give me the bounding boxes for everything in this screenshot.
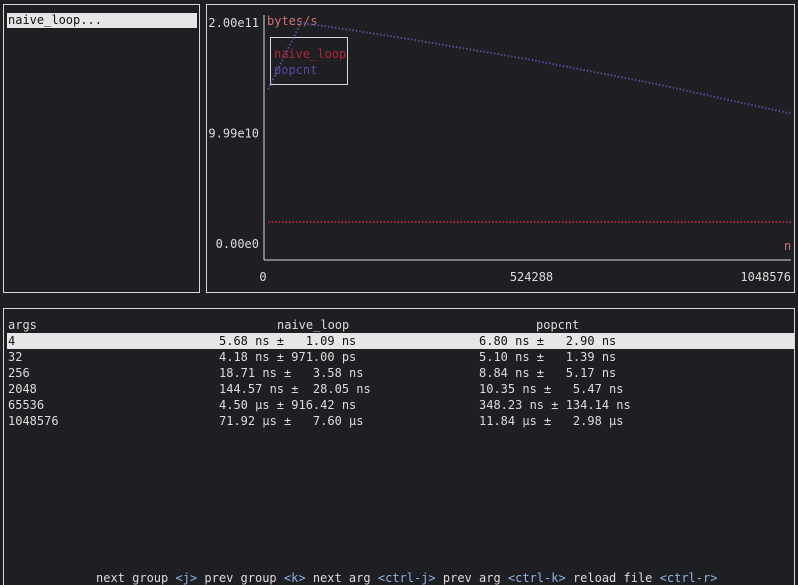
- cell-naive-loop: 71.92 μs ± 7.60 μs: [219, 414, 364, 428]
- edge-label: n: [784, 239, 791, 253]
- y-tick-label: 9.99e10: [208, 127, 259, 141]
- cell-naive-loop: 5.68 ns ± 1.09 ns: [219, 334, 357, 348]
- hint-key: <ctrl-j>: [377, 571, 436, 585]
- cell-naive-loop: 4.18 ns ± 971.00 ps: [219, 350, 357, 364]
- hint-key: <ctrl-r>: [659, 571, 718, 585]
- legend-entry-popcnt: popcnt: [274, 63, 317, 77]
- x-tick-label: 1048576: [740, 270, 791, 284]
- table-row[interactable]: 1048576 71.92 μs ± 7.60 μs 11.84 μs ± 2.98…: [7, 413, 794, 429]
- chart-panel: 2.00e11 9.99e10 0.00e0 0 524288 1048576 bytes/…: [206, 4, 795, 293]
- y-tick-label: 0.00e0: [216, 237, 259, 251]
- throughput-chart: 2.00e11 9.99e10 0.00e0 0 524288 1048576 bytes/…: [208, 14, 791, 284]
- hint-key: <k>: [283, 571, 306, 585]
- table-header-row: args naive_loop popcnt: [7, 317, 794, 333]
- group-list-panel: naive_loop...: [3, 4, 200, 293]
- keybinding-hints: next group <j> prev group <k> next arg <…: [92, 571, 722, 585]
- table-row[interactable]: 2048 144.57 ns ± 28.05 ns 10.35 ns ± 5.47 …: [7, 381, 794, 397]
- column-header-args: args: [8, 318, 37, 332]
- column-header-naive-loop: naive_loop: [277, 318, 350, 332]
- cell-args: 1048576: [8, 414, 59, 428]
- y-axis-label: bytes/s: [267, 14, 318, 28]
- table-row[interactable]: 4 5.68 ns ± 1.09 ns 6.80 ns ± 2.90 ns: [7, 333, 794, 349]
- cell-args: 256: [8, 366, 30, 380]
- cell-naive-loop: 144.57 ns ± 28.05 ns: [219, 382, 371, 396]
- cell-args: 65536: [8, 398, 45, 412]
- cell-popcnt: 5.10 ns ± 1.39 ns: [479, 350, 617, 364]
- y-tick-label: 2.00e11: [208, 16, 259, 30]
- cell-naive-loop: 18.71 ns ± 3.58 ns: [219, 366, 364, 380]
- x-tick-label: 524288: [510, 270, 553, 284]
- cell-naive-loop: 4.50 μs ± 916.42 ns: [219, 398, 357, 412]
- hint-label: prev group: [204, 571, 277, 585]
- hint-key: <ctrl-k>: [507, 571, 566, 585]
- hint-key: <j>: [175, 571, 198, 585]
- cell-popcnt: 10.35 ns ± 5.47 ns: [479, 382, 624, 396]
- hint-label: next group: [96, 571, 169, 585]
- cell-popcnt: 8.84 ns ± 5.17 ns: [479, 366, 617, 380]
- group-item-naive-loop[interactable]: naive_loop...: [7, 13, 197, 28]
- results-table: args naive_loop popcnt 4 5.68 ns ± 1.09 n…: [3, 308, 795, 585]
- hint-label: prev arg: [442, 571, 501, 585]
- table-row[interactable]: 256 18.71 ns ± 3.58 ns 8.84 ns ± 5.17 ns: [7, 365, 794, 381]
- table-row[interactable]: 65536 4.50 μs ± 916.42 ns 348.23 ns ± 134.…: [7, 397, 794, 413]
- cell-popcnt: 348.23 ns ± 134.14 ns: [479, 398, 631, 412]
- table-row[interactable]: 32 4.18 ns ± 971.00 ps 5.10 ns ± 1.39 ns: [7, 349, 794, 365]
- cell-args: 2048: [8, 382, 37, 396]
- cell-args: 4: [8, 334, 16, 348]
- column-header-popcnt: popcnt: [536, 318, 580, 332]
- hint-label: reload file: [572, 571, 653, 585]
- cell-args: 32: [8, 350, 23, 364]
- cell-popcnt: 11.84 μs ± 2.98 μs: [479, 414, 624, 428]
- x-tick-label: 0: [259, 270, 266, 284]
- hint-label: next arg: [312, 571, 371, 585]
- cell-popcnt: 6.80 ns ± 2.90 ns: [479, 334, 617, 348]
